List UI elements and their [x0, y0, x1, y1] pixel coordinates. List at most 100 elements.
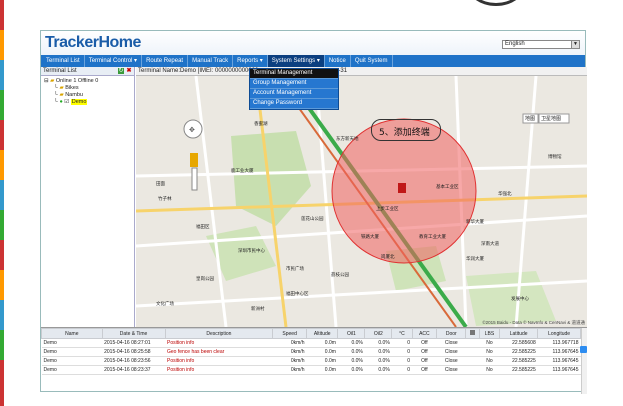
map-label: 莲花山公园: [301, 216, 324, 221]
tree-group-bikes[interactable]: └ ▰ Bikes: [44, 85, 131, 92]
position-history-table: Name Date & Time Description Speed Altit…: [41, 327, 587, 394]
col-lbs[interactable]: LBS: [478, 328, 501, 339]
map-canvas: ✥: [136, 76, 587, 327]
tree-group-nambu[interactable]: └ ▰ Nambu: [44, 92, 131, 99]
cell-altitude: 0.0m: [306, 356, 338, 366]
cell-altitude: 0.0m: [306, 365, 338, 375]
col-datetime[interactable]: Date & Time: [101, 328, 166, 339]
cell-longitude: 113.967645: [537, 356, 581, 366]
map-view[interactable]: ✥ 地图 卫星地图 5、添加终端 博物馆 鹿工业大厦 基本工业区 莲花山公园 福…: [136, 76, 587, 327]
cell-speed: 0km/h: [272, 338, 307, 348]
table-header-row: Name Date & Time Description Speed Altit…: [41, 328, 581, 339]
nav-route-repeat[interactable]: Route Repeat: [142, 55, 189, 67]
menu-change-password[interactable]: Change Password: [250, 99, 338, 109]
cell-latitude: 22.585225: [499, 365, 538, 375]
cell-longitude: 113.967645: [537, 347, 581, 357]
cell-name: Demo: [41, 347, 103, 357]
tree-device-demo[interactable]: └ ● ☑ Demo: [44, 99, 131, 106]
col-speed[interactable]: Speed: [272, 328, 307, 339]
map-label: 华润大厦: [466, 256, 484, 261]
cell-oil2: 0.0%: [364, 347, 392, 357]
nav-manual-track[interactable]: Manual Track: [188, 55, 234, 67]
nav-quit-system[interactable]: Quit System: [351, 55, 393, 67]
cell-lbs: No: [479, 347, 500, 357]
nav-system-settings[interactable]: System Settings ▾: [267, 55, 325, 67]
map-label: 发展中心: [511, 296, 529, 301]
language-select[interactable]: English ▼: [502, 40, 580, 49]
col-altitude[interactable]: Altitude: [305, 328, 339, 339]
refresh-icon[interactable]: ↻: [118, 68, 124, 74]
nav-reports[interactable]: Reports ▾: [233, 55, 268, 67]
cell-speed: 0km/h: [272, 365, 307, 375]
cell-lbs: No: [479, 338, 500, 348]
table-row[interactable]: Demo 2015-04-16 08:23:56 Position info 0km/…: [41, 356, 581, 366]
cell-oil1: 0.0%: [337, 365, 365, 375]
tree-root[interactable]: ⊟ ▰ Online 1 Offline 0: [44, 78, 131, 85]
sidebar-title: Terminal List: [43, 68, 77, 74]
annotation-text: 5、添加终端: [379, 128, 430, 138]
cell-flag: [465, 338, 480, 348]
table-row[interactable]: Demo 2015-04-16 08:27:01 Position info 0km/…: [41, 338, 581, 348]
checkbox-icon[interactable]: ☑: [64, 99, 69, 105]
decorative-circle: [466, 0, 526, 6]
map-label: 文化广场: [156, 301, 174, 306]
map-label: 博物馆: [548, 154, 562, 159]
cell-datetime: 2015-04-16 08:27:01: [102, 338, 165, 348]
app-window: TrackerHome English ▼ Terminal List Term…: [40, 30, 587, 394]
sidebar-header: Terminal List ↻ ✖: [41, 67, 134, 76]
col-door[interactable]: Door: [436, 328, 467, 339]
chat-icon[interactable]: [580, 346, 587, 353]
col-oil2[interactable]: Oil2: [364, 328, 393, 339]
col-longitude[interactable]: Longitude: [537, 328, 581, 339]
zoom-slider[interactable]: [191, 167, 198, 191]
nav-terminal-control[interactable]: Terminal Control ▾: [85, 55, 143, 67]
cell-name: Demo: [41, 356, 103, 366]
cell-temperature: 0: [391, 356, 412, 366]
table-body: Demo 2015-04-16 08:27:01 Position info 0km/…: [41, 338, 581, 375]
cell-speed: 0km/h: [272, 347, 307, 357]
col-flag[interactable]: [465, 328, 480, 339]
cell-name: Demo: [41, 338, 103, 348]
table-row[interactable]: Demo 2015-04-16 08:23:37 Position info 0km/…: [41, 365, 581, 375]
nav-terminal-list[interactable]: Terminal List: [42, 55, 85, 67]
cell-lbs: No: [479, 365, 500, 375]
col-description[interactable]: Description: [164, 328, 274, 339]
menu-terminal-management[interactable]: Terminal Management: [250, 69, 338, 79]
cell-lbs: No: [479, 356, 500, 366]
col-acc[interactable]: ACC: [411, 328, 438, 339]
col-oil1[interactable]: Oil1: [337, 328, 366, 339]
cell-datetime: 2015-04-16 08:25:58: [102, 347, 165, 357]
cell-oil2: 0.0%: [364, 365, 392, 375]
cell-flag: [465, 356, 480, 366]
cell-acc: Off: [412, 365, 437, 375]
vehicle-marker-icon[interactable]: [398, 183, 406, 193]
nav-notice[interactable]: Notice: [325, 55, 351, 67]
col-temperature[interactable]: °C: [391, 328, 413, 339]
terminal-list-panel: Terminal List ↻ ✖ ⊟ ▰ Online 1 Offline 0…: [41, 67, 135, 327]
cell-latitude: 22.585225: [499, 356, 538, 366]
map-label: 竹子林: [158, 196, 172, 201]
street-view-icon[interactable]: [190, 153, 198, 167]
map-label: 皇岗公园: [196, 276, 214, 281]
chevron-down-icon[interactable]: ▼: [571, 41, 579, 48]
col-name[interactable]: Name: [41, 328, 103, 339]
menu-group-management[interactable]: Group Management: [250, 79, 338, 89]
cell-acc: Off: [412, 356, 437, 366]
col-latitude[interactable]: Latitude: [499, 328, 539, 339]
table-row[interactable]: Demo 2015-04-16 08:25:58 Geo fence has bee…: [41, 347, 581, 357]
cell-description: Position info: [165, 365, 273, 375]
map-label: 新华大厦: [466, 219, 484, 224]
folder-icon: ▰: [50, 78, 55, 84]
cell-altitude: 0.0m: [306, 338, 338, 348]
map-label: 深圳市民中心: [238, 248, 265, 253]
cell-door: Close: [436, 365, 466, 375]
color-strip: [0, 0, 4, 406]
cell-oil1: 0.0%: [337, 347, 365, 357]
svg-text:✥: ✥: [189, 126, 195, 134]
menu-account-management[interactable]: Account Management: [250, 89, 338, 99]
close-icon[interactable]: ✖: [126, 68, 132, 74]
folder-icon: ▰: [59, 85, 64, 91]
app-logo: TrackerHome: [45, 34, 141, 51]
table-scrollbar[interactable]: [581, 328, 587, 394]
cell-latitude: 22.585608: [499, 338, 538, 348]
